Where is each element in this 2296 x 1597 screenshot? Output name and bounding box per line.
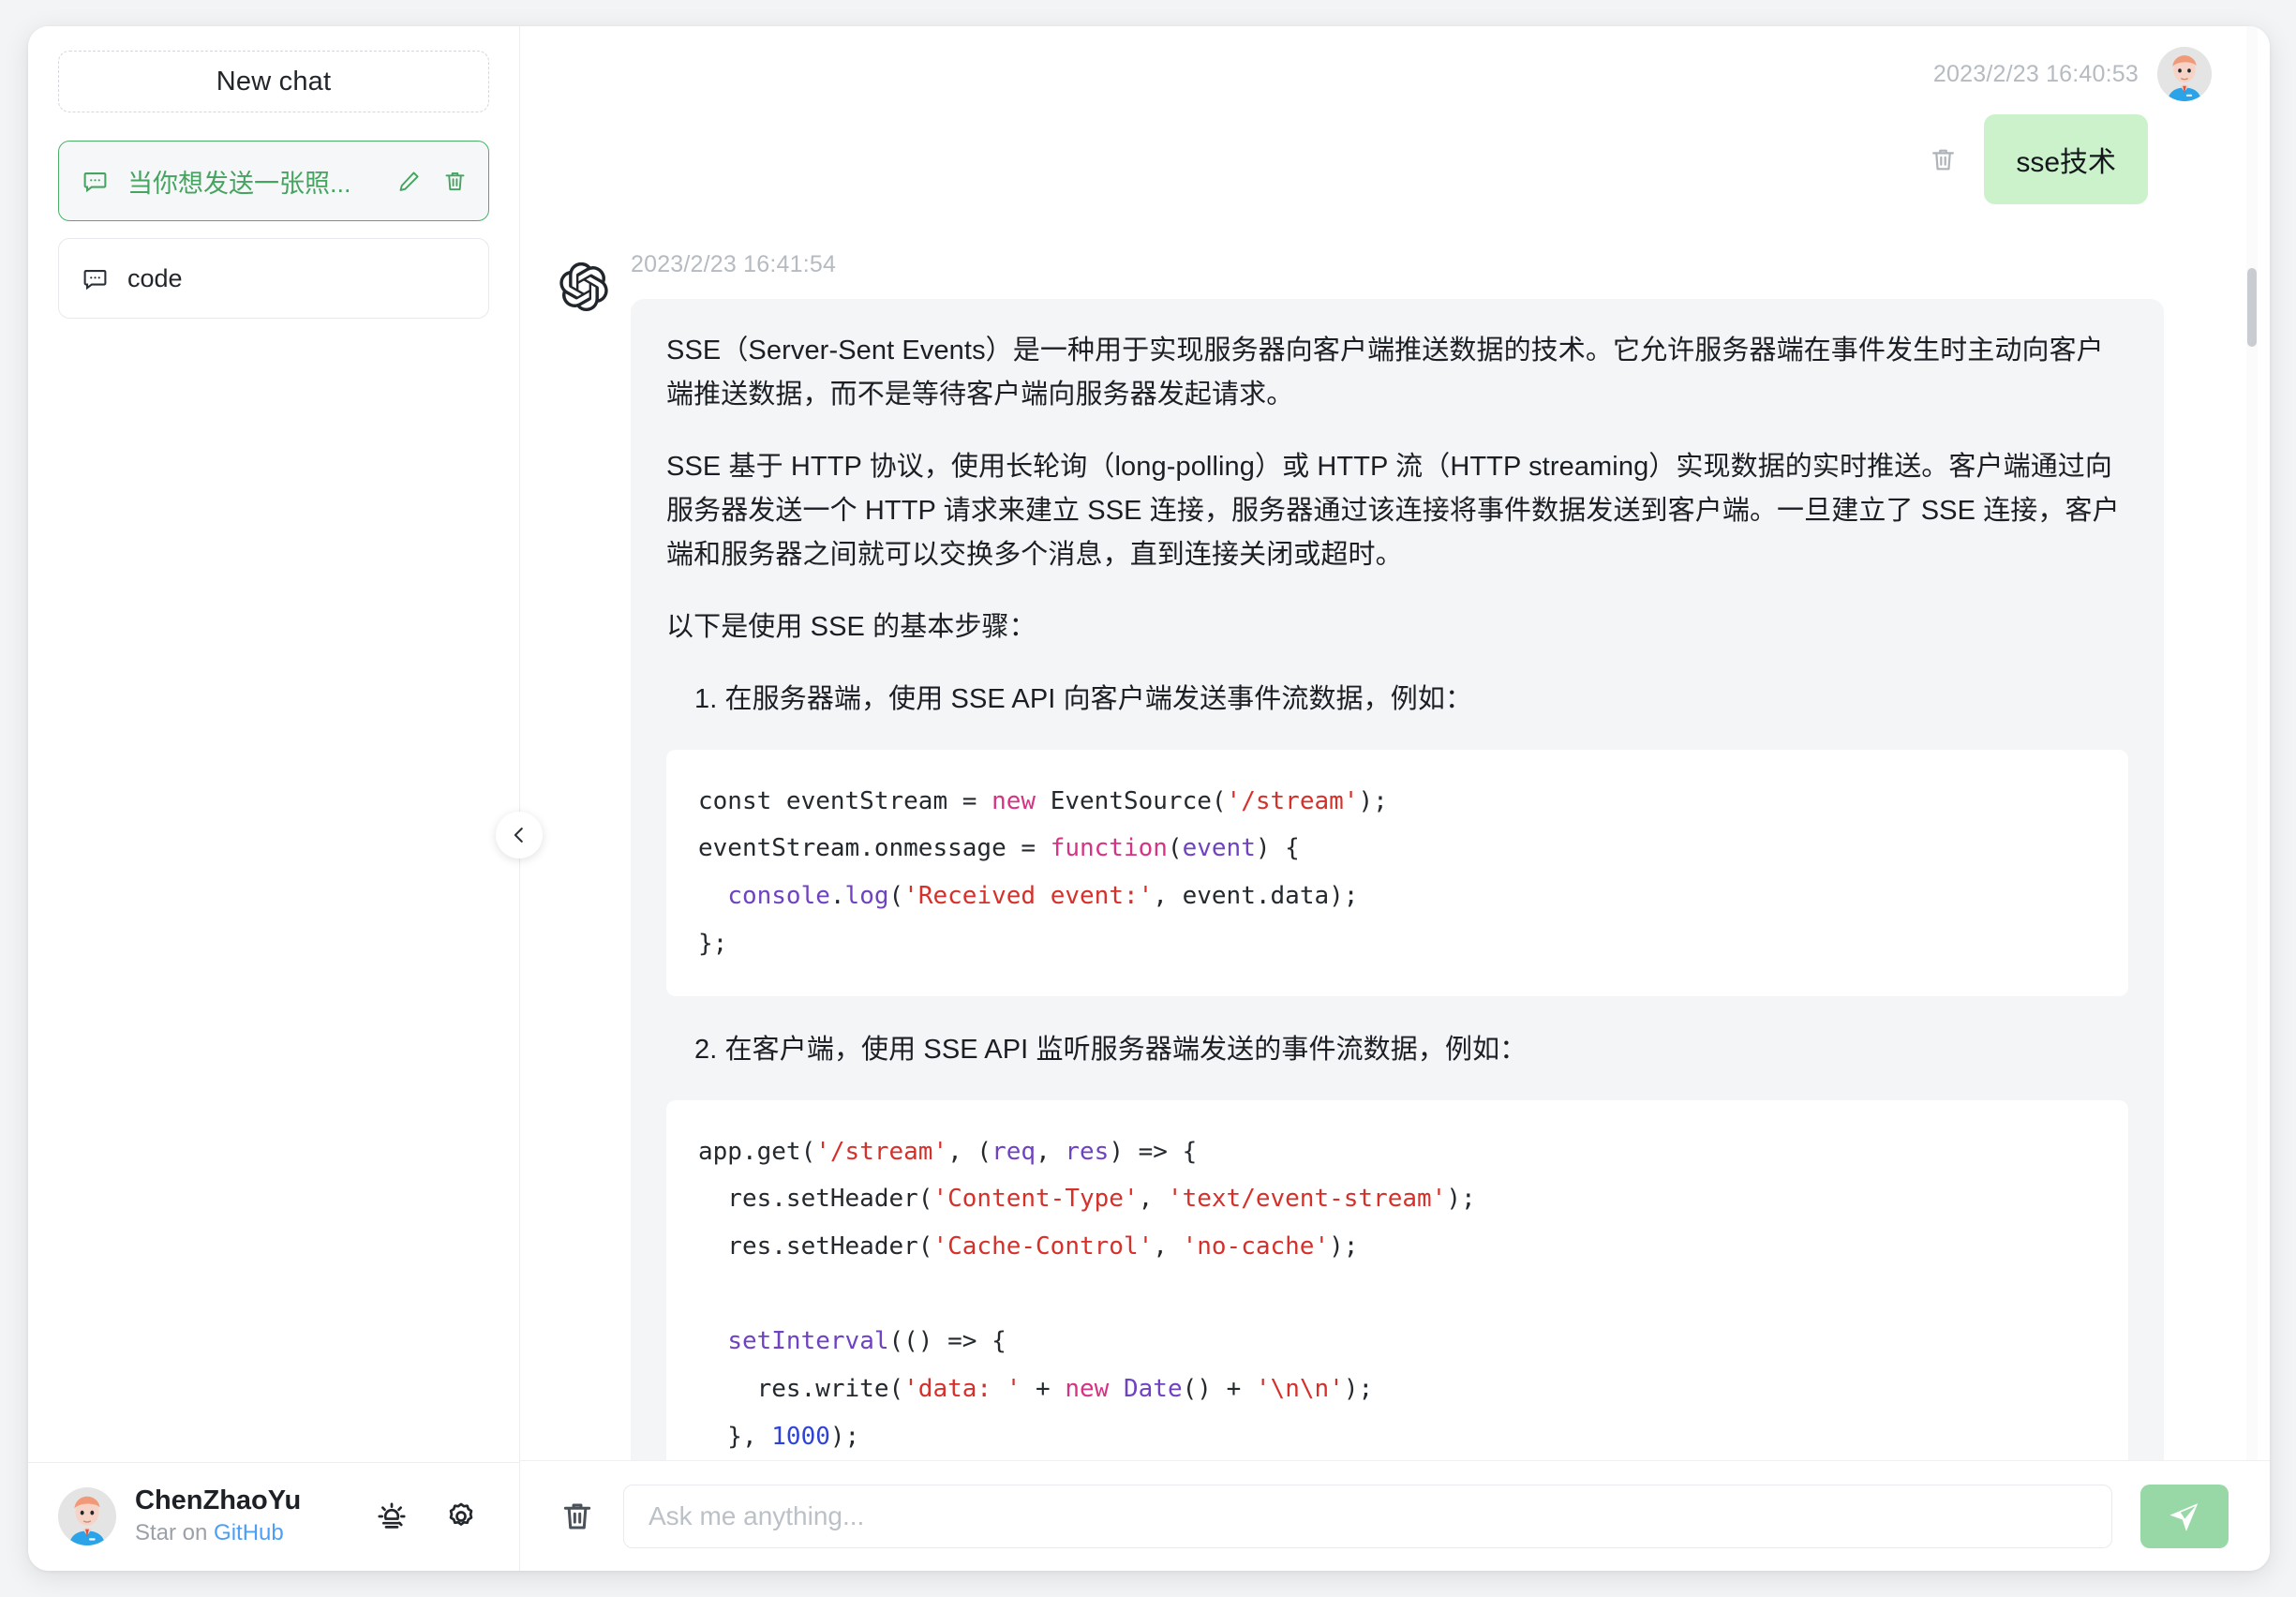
code-line: console.log('Received event:', event.dat…	[727, 882, 1359, 911]
github-link[interactable]: GitHub	[214, 1520, 284, 1545]
scrollbar-thumb[interactable]	[2247, 268, 2257, 347]
user-message-body: sse技术	[1929, 114, 2212, 204]
chevron-left-icon	[514, 828, 523, 843]
user-avatar	[58, 1486, 116, 1545]
delete-message-icon[interactable]	[1929, 145, 1958, 174]
sidebar-collapse-button[interactable]	[496, 812, 543, 858]
sidebar: New chat 当你想发送一张照... code ChenZhaoYu Sta…	[28, 26, 543, 1571]
sidebar-chat-item-active[interactable]: 当你想发送一张照...	[58, 141, 489, 221]
composer	[520, 1460, 2270, 1571]
assistant-paragraph-1: SSE（Server-Sent Events）是一种用于实现服务器向客户端推送数…	[666, 336, 2104, 410]
scrollbar-track[interactable]	[2246, 26, 2258, 1460]
code-line: }, 1000);	[698, 1422, 860, 1451]
sidebar-chat-item-label: code	[127, 263, 183, 292]
code-block-2: app.get('/stream', (req, res) => { res.s…	[666, 1099, 2128, 1460]
star-on-github[interactable]: Star on GitHub	[135, 1519, 301, 1547]
new-chat-label: New chat	[216, 66, 332, 97]
sidebar-chat-item-label: 当你想发送一张照...	[127, 169, 351, 198]
code-line: eventStream.onmessage = function(event) …	[698, 834, 1300, 863]
gear-icon[interactable]	[444, 1500, 478, 1533]
clear-conversation-icon[interactable]	[559, 1499, 595, 1534]
user-message-bubble: sse技术	[1984, 114, 2148, 204]
sidebar-chat-actions	[396, 169, 468, 194]
send-button[interactable]	[2140, 1484, 2229, 1548]
assistant-message-column: 2023/2/23 16:41:54 SSE（Server-Sent Event…	[631, 251, 2212, 1460]
user-message: 2023/2/23 16:40:53 sse技术	[559, 47, 2212, 204]
chat-list: 当你想发送一张照... code	[58, 141, 489, 319]
new-chat-button[interactable]: New chat	[58, 51, 489, 112]
code-line: };	[698, 929, 728, 958]
code-line: res.setHeader('Cache-Control', 'no-cache…	[698, 1231, 1359, 1261]
code-line: setInterval(() => {	[727, 1327, 1006, 1356]
sun-moon-icon[interactable]	[375, 1500, 409, 1533]
code-line: res.write('data: ' + new Date() + '\n\n'…	[698, 1374, 1374, 1403]
user-name: ChenZhaoYu	[135, 1485, 302, 1515]
message-list: 2023/2/23 16:40:53 sse技术 2023/2/23 16:41…	[520, 26, 2270, 1460]
user-meta: ChenZhaoYu Star on GitHub	[135, 1485, 301, 1547]
message-input[interactable]	[623, 1484, 2112, 1548]
user-message-header: 2023/2/23 16:40:53	[1933, 47, 2212, 101]
assistant-message-timestamp: 2023/2/23 16:41:54	[631, 251, 837, 277]
code-line: app.get('/stream', (req, res) => {	[698, 1137, 1198, 1166]
sidebar-chat-item-code[interactable]: code	[58, 238, 489, 319]
sidebar-footer-actions	[375, 1500, 491, 1533]
assistant-paragraph-3: 以下是使用 SSE 的基本步骤：	[666, 611, 1036, 642]
main-panel: 2023/2/23 16:40:53 sse技术 2023/2/23 16:41…	[520, 26, 2270, 1571]
user-message-timestamp: 2023/2/23 16:40:53	[1932, 60, 2139, 87]
assistant-paragraph-2: SSE 基于 HTTP 协议，使用长轮询（long-polling）或 HTTP…	[666, 451, 2120, 570]
code-line: res.setHeader('Content-Type', 'text/even…	[698, 1185, 1476, 1214]
assistant-step-1: 1. 在服务器端，使用 SSE API 向客户端发送事件流数据，例如：	[694, 683, 1473, 714]
sidebar-footer: ChenZhaoYu Star on GitHub	[28, 1462, 519, 1571]
chat-bubble-icon	[82, 265, 109, 292]
user-avatar	[2157, 47, 2212, 101]
chat-bubble-icon	[82, 168, 109, 195]
assistant-message-bubble: SSE（Server-Sent Events）是一种用于实现服务器向客户端推送数…	[631, 299, 2164, 1460]
pencil-icon[interactable]	[396, 169, 422, 194]
assistant-message: 2023/2/23 16:41:54 SSE（Server-Sent Event…	[559, 251, 2212, 1460]
paper-plane-icon	[2169, 1502, 2199, 1531]
trash-icon[interactable]	[442, 169, 468, 194]
star-prefix: Star on	[135, 1520, 215, 1546]
sidebar-top: New chat 当你想发送一张照... code	[28, 26, 519, 1462]
code-block-1: const eventStream = new EventSource('/st…	[666, 749, 2128, 996]
code-line: const eventStream = new EventSource('/st…	[698, 786, 1388, 815]
assistant-step-2: 2. 在客户端，使用 SSE API 监听服务器端发送的事件流数据，例如：	[694, 1034, 1528, 1065]
app-window: New chat 当你想发送一张照... code ChenZhaoYu Sta…	[28, 26, 2270, 1571]
openai-icon	[559, 262, 608, 311]
